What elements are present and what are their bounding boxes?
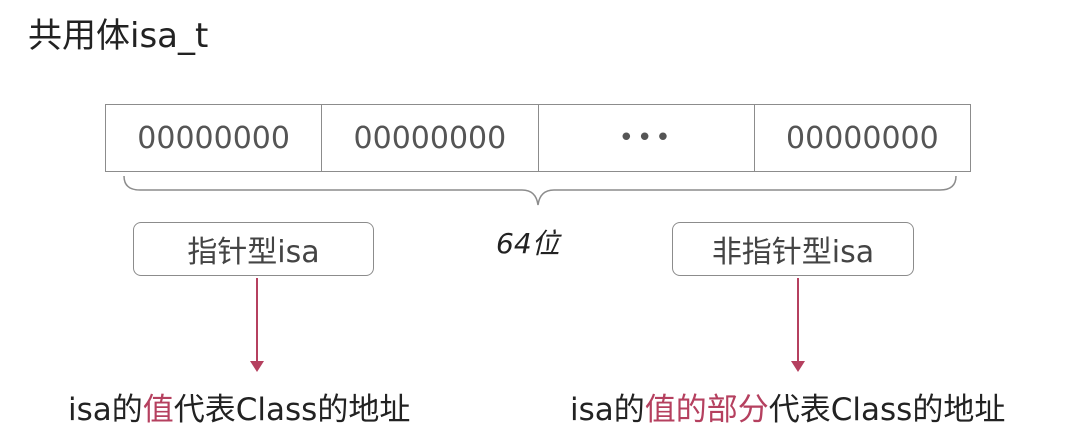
nonpointer-isa-description: isa的值的部分代表Class的地址: [570, 384, 1005, 429]
desc-highlight: 值: [142, 392, 174, 428]
total-bits-label: 64位: [496, 227, 560, 260]
desc-suffix: 代表Class的地址: [173, 392, 411, 428]
diagram-overlay: [123, 175, 957, 372]
pointer-isa-box: 指针型isa: [133, 222, 374, 276]
nonpointer-arrow-head-icon: [791, 361, 805, 372]
pointer-arrow-head-icon: [250, 361, 264, 372]
nonpointer-isa-box: 非指针型isa: [672, 222, 914, 276]
curly-brace-icon: [123, 175, 957, 206]
desc-highlight: 值的部分: [644, 392, 769, 428]
desc-suffix: 代表Class的地址: [768, 392, 1006, 428]
desc-prefix: isa的: [68, 392, 143, 428]
pointer-isa-description: isa的值代表Class的地址: [68, 384, 410, 429]
desc-prefix: isa的: [570, 392, 645, 428]
